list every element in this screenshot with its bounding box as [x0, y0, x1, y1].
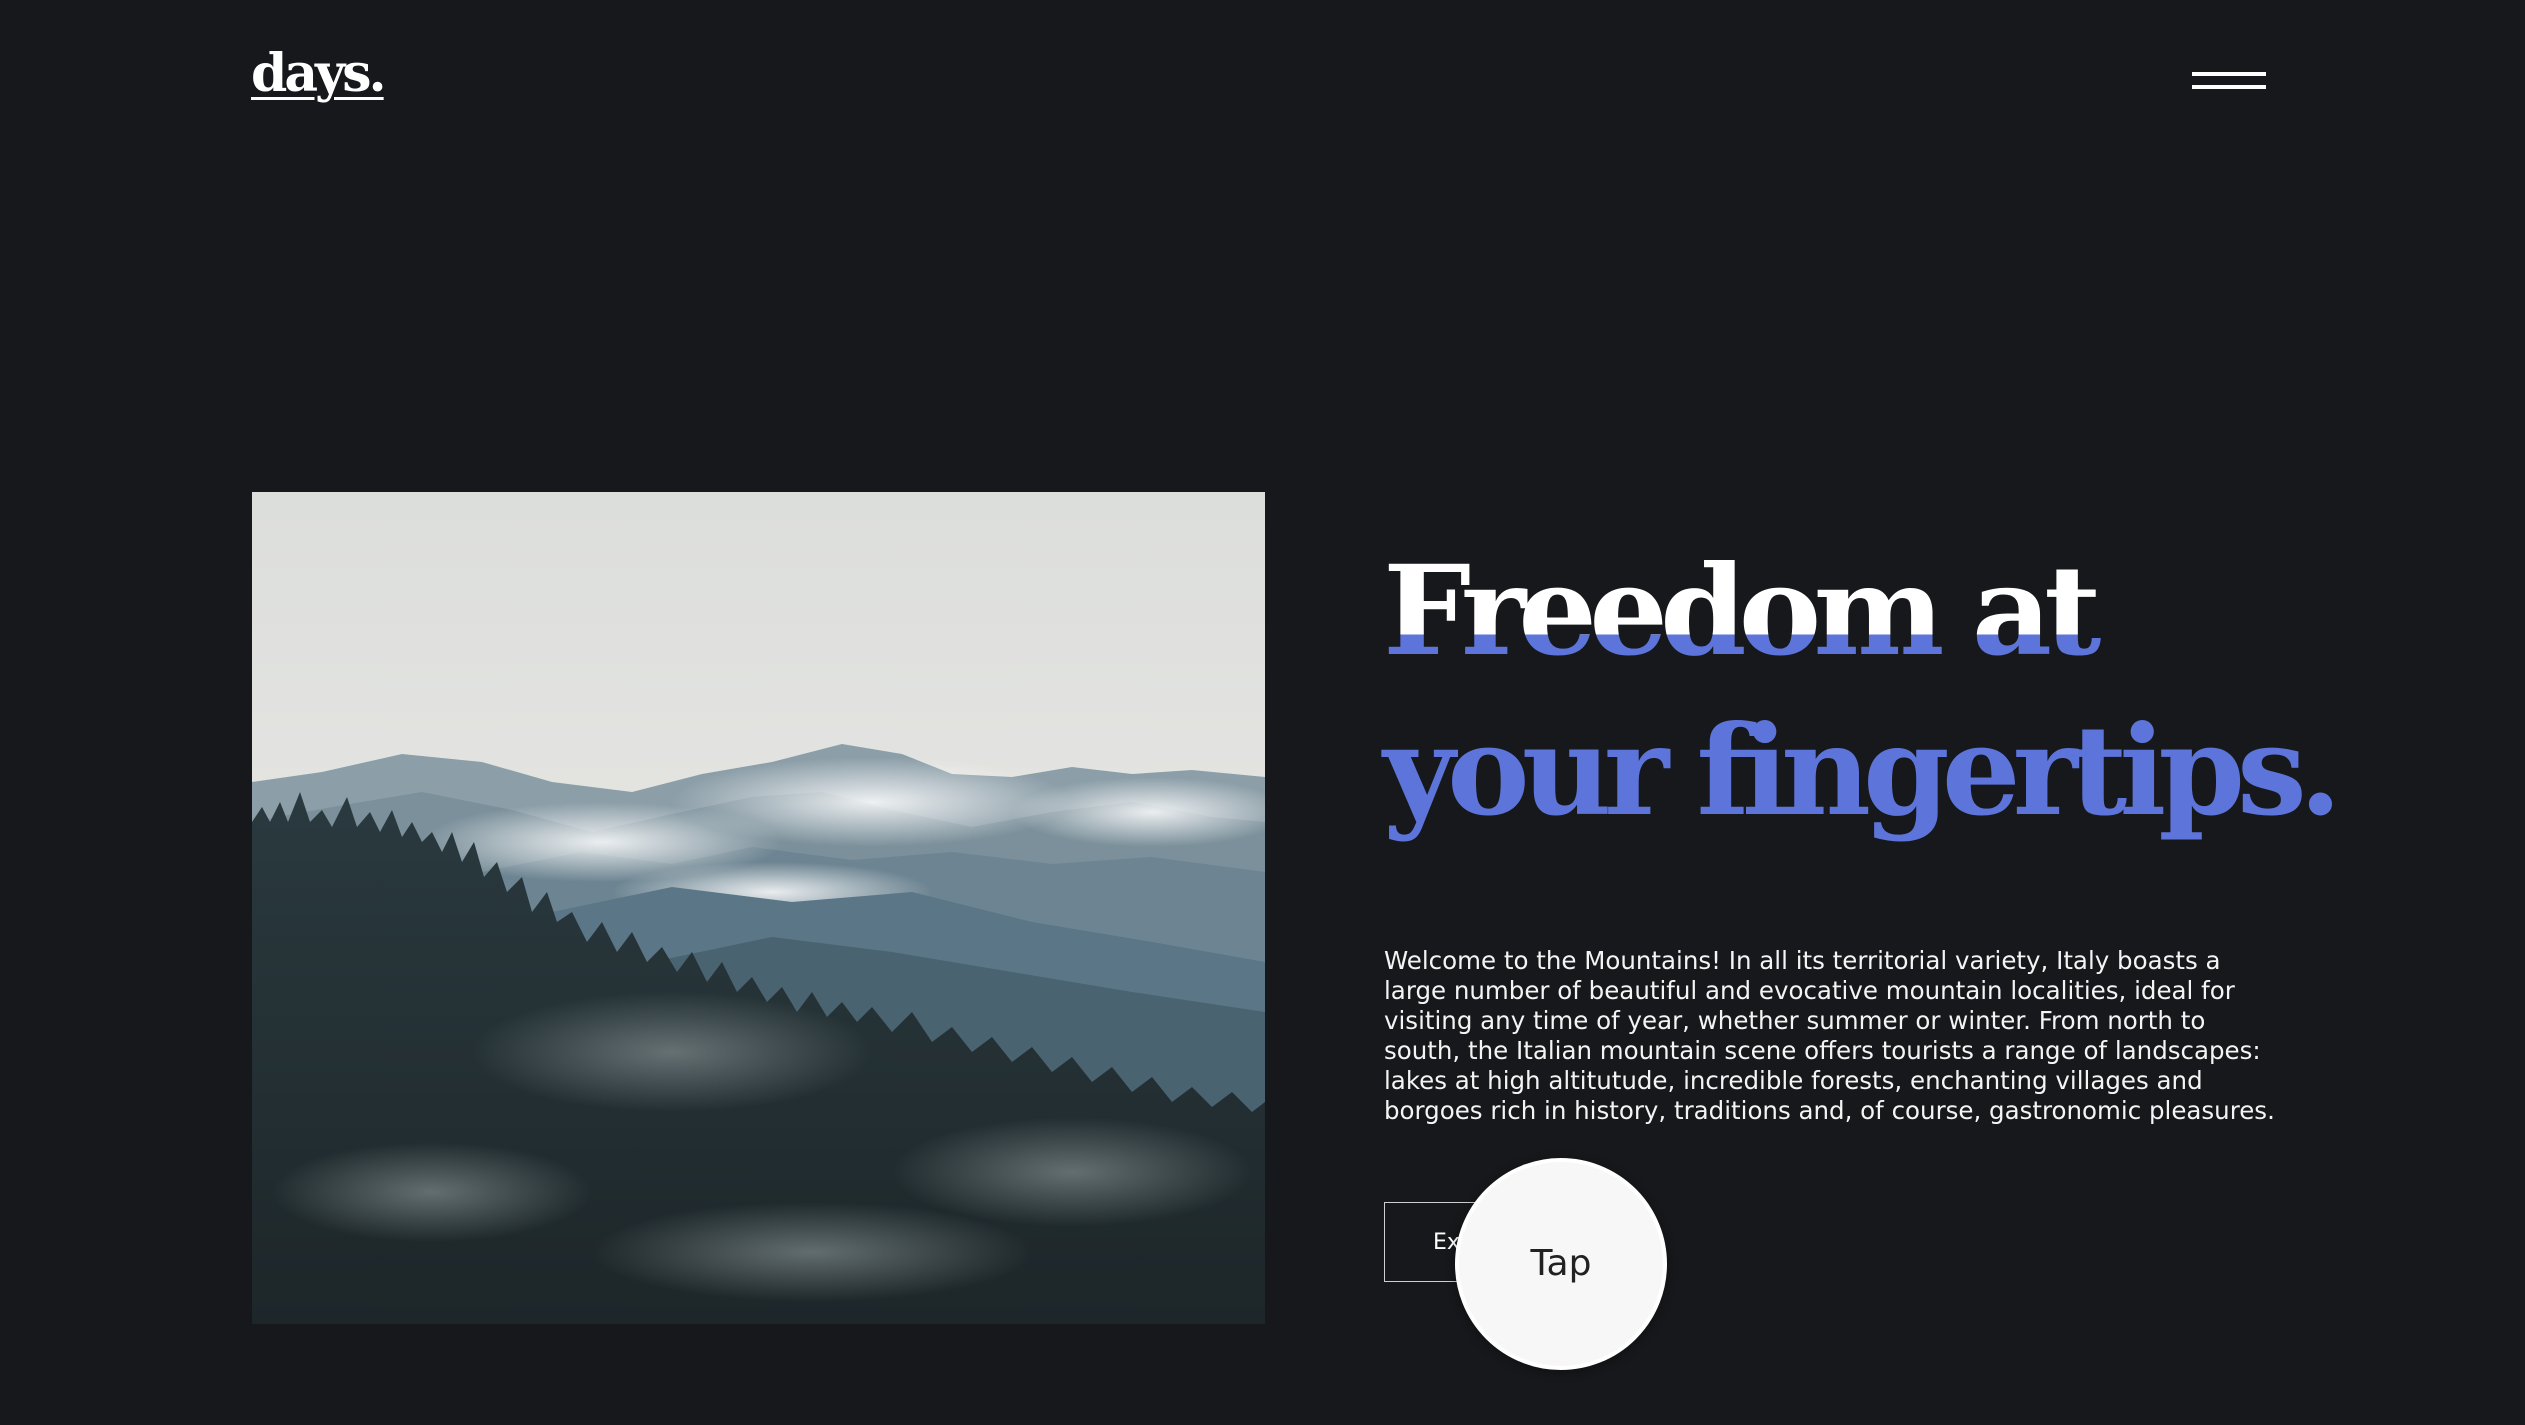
tap-indicator: Tap	[1455, 1158, 1667, 1370]
hero-mountain-image	[252, 492, 1265, 1324]
brand-logo[interactable]: days.	[251, 48, 387, 100]
menu-line-top	[2192, 72, 2266, 76]
hero-description: Welcome to the Mountains! In all its ter…	[1384, 946, 2275, 1125]
menu-line-bottom	[2192, 85, 2266, 89]
hero-headline: Freedom at your fingertips.	[1383, 550, 2433, 834]
headline-line-2: your fingertips.	[1383, 699, 2342, 844]
hamburger-menu-icon[interactable]	[2192, 66, 2266, 94]
headline-line-1: Freedom at	[1383, 550, 2113, 674]
